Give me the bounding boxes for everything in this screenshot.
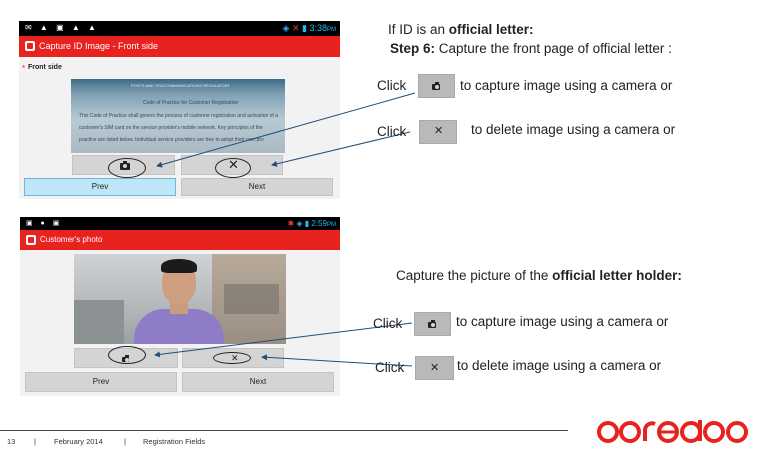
camera-icon xyxy=(428,320,436,328)
logo-letter-o xyxy=(703,421,725,443)
holder-text: Capture the picture of the xyxy=(396,268,553,283)
heading-letter-holder: Capture the picture of the official lett… xyxy=(396,268,682,283)
instruction-capture: to capture image using a camera or xyxy=(460,78,673,93)
close-icon-sample: ✕ xyxy=(419,120,457,144)
footer-section: Registration Fields xyxy=(143,437,206,446)
footer-page-number: 13 xyxy=(7,437,16,446)
callout-arrows xyxy=(154,92,416,367)
logo-letter-d xyxy=(680,421,702,443)
logo-letter-o xyxy=(597,421,619,443)
camera-icon xyxy=(432,82,440,90)
footer-separator: | xyxy=(124,437,126,446)
logo-letter-o xyxy=(619,421,641,443)
footer-rule xyxy=(0,430,568,431)
close-icon-sample: ✕ xyxy=(415,356,454,380)
step-text: Capture the front page of official lette… xyxy=(435,41,672,56)
heading-bold: official letter: xyxy=(448,22,534,37)
holder-bold: official letter holder: xyxy=(552,268,682,283)
close-icon: ✕ xyxy=(430,362,440,374)
heading-text: If ID is an xyxy=(388,22,449,37)
logo-letter-o xyxy=(726,421,748,443)
camera-icon-sample xyxy=(414,312,451,336)
click-word: Click xyxy=(375,360,405,375)
click-word: Click xyxy=(373,316,403,331)
close-icon: ✕ xyxy=(434,125,444,137)
instruction-delete: to delete image using a camera or xyxy=(471,122,676,137)
footer-separator: | xyxy=(34,437,36,446)
heading-official-letter: If ID is an official letter: xyxy=(388,22,534,37)
heading-step6: Step 6: Capture the front page of offici… xyxy=(390,41,672,56)
instruction-capture: to capture image using a camera or xyxy=(456,314,669,329)
instruction-delete: to delete image using a camera or xyxy=(457,358,662,373)
click-word: Click xyxy=(377,124,407,139)
click-word: Click xyxy=(377,78,407,93)
step-label: Step 6: xyxy=(390,41,436,56)
logo-letter-r xyxy=(643,421,656,441)
camera-icon-sample xyxy=(418,74,455,98)
footer-date: February 2014 xyxy=(54,437,103,446)
ooredoo-logo xyxy=(597,420,748,443)
